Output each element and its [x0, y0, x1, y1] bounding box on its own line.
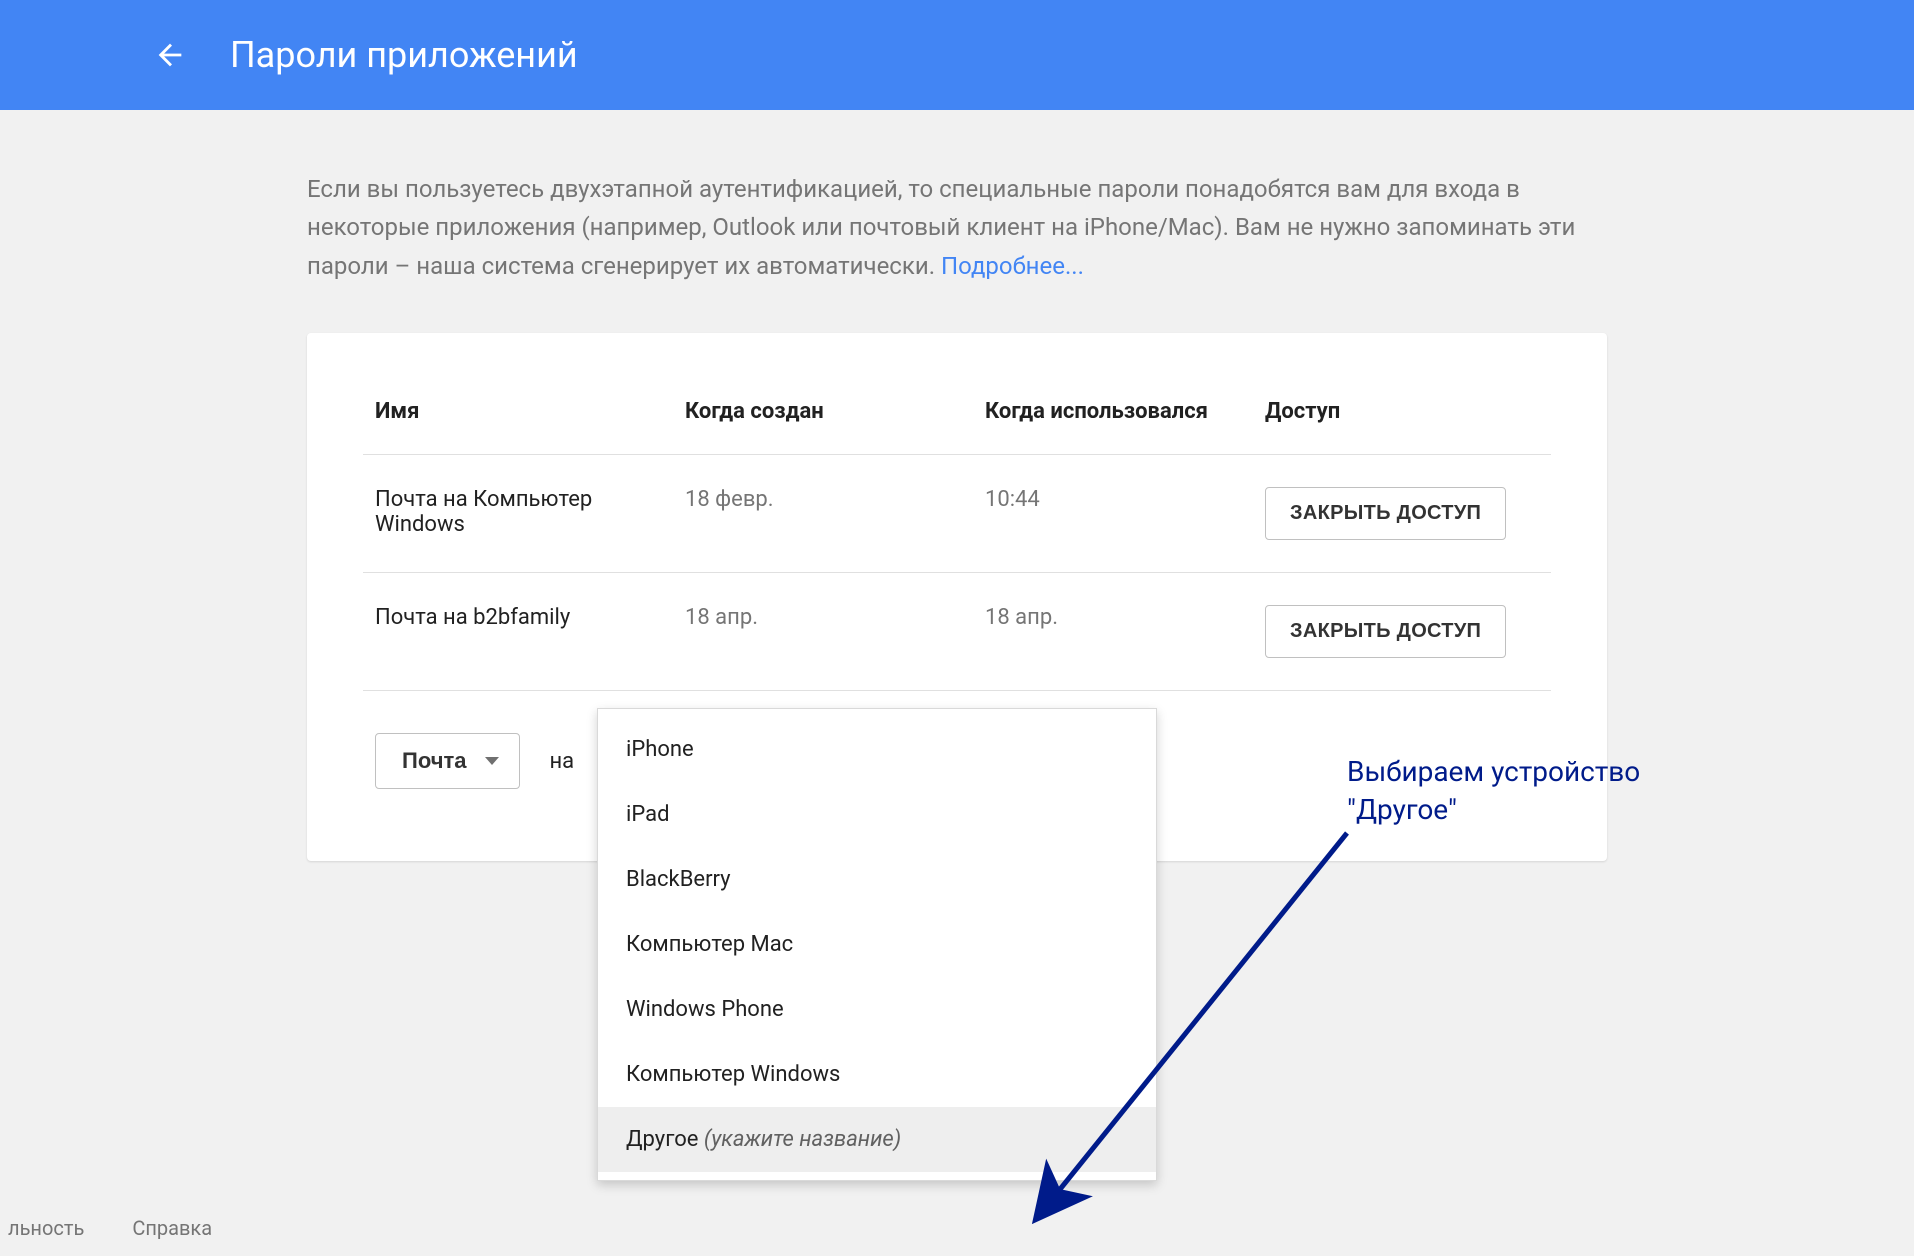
menu-item-winphone[interactable]: Windows Phone: [598, 977, 1156, 1042]
table-row: Почта на b2bfamily 18 апр. 18 апр. ЗАКРЫ…: [363, 573, 1551, 691]
col-created: Когда создан: [673, 381, 973, 455]
caret-down-icon: [485, 757, 499, 765]
app-header: Пароли приложений: [0, 0, 1914, 110]
annotation-line2: "Другое": [1347, 793, 1457, 826]
cell-access: ЗАКРЫТЬ ДОСТУП: [1253, 573, 1551, 691]
table-header-row: Имя Когда создан Когда использовался Дос…: [363, 381, 1551, 455]
on-label: на: [550, 749, 575, 774]
app-select[interactable]: Почта: [375, 733, 520, 789]
device-menu: iPhone iPad BlackBerry Компьютер Mac Win…: [597, 708, 1157, 1181]
learn-more-link[interactable]: Подробнее...: [941, 252, 1084, 280]
menu-item-iphone[interactable]: iPhone: [598, 717, 1156, 782]
cell-used: 18 апр.: [973, 573, 1253, 691]
revoke-button[interactable]: ЗАКРЫТЬ ДОСТУП: [1265, 487, 1506, 540]
col-used: Когда использовался: [973, 381, 1253, 455]
footer-links: льность Справка: [0, 1216, 212, 1240]
back-arrow-icon[interactable]: [150, 35, 190, 75]
col-name: Имя: [363, 381, 673, 455]
footer-link-privacy[interactable]: льность: [8, 1216, 84, 1240]
page-title: Пароли приложений: [230, 34, 578, 76]
col-access: Доступ: [1253, 381, 1551, 455]
cell-created: 18 февр.: [673, 455, 973, 573]
cell-name: Почта на b2bfamily: [363, 573, 673, 691]
menu-item-other-hint: (укажите название): [704, 1127, 901, 1152]
app-select-label: Почта: [402, 748, 467, 774]
cell-access: ЗАКРЫТЬ ДОСТУП: [1253, 455, 1551, 573]
passwords-card: Имя Когда создан Когда использовался Дос…: [307, 333, 1607, 861]
cell-name: Почта на Компьютер Windows: [363, 455, 673, 573]
menu-item-windows[interactable]: Компьютер Windows: [598, 1042, 1156, 1107]
cell-created: 18 апр.: [673, 573, 973, 691]
menu-item-blackberry[interactable]: BlackBerry: [598, 847, 1156, 912]
table-row: Почта на Компьютер Windows 18 февр. 10:4…: [363, 455, 1551, 573]
menu-item-ipad[interactable]: iPad: [598, 782, 1156, 847]
intro-paragraph: Если вы пользуетесь двухэтапной аутентиф…: [307, 170, 1607, 285]
passwords-table: Имя Когда создан Когда использовался Дос…: [363, 381, 1551, 691]
content-area: Если вы пользуетесь двухэтапной аутентиф…: [287, 110, 1627, 861]
menu-item-other-label: Другое: [626, 1127, 704, 1152]
cell-used: 10:44: [973, 455, 1253, 573]
revoke-button[interactable]: ЗАКРЫТЬ ДОСТУП: [1265, 605, 1506, 658]
menu-item-other[interactable]: Другое (укажите название): [598, 1107, 1156, 1172]
footer-link-help[interactable]: Справка: [132, 1216, 212, 1240]
menu-item-mac[interactable]: Компьютер Mac: [598, 912, 1156, 977]
